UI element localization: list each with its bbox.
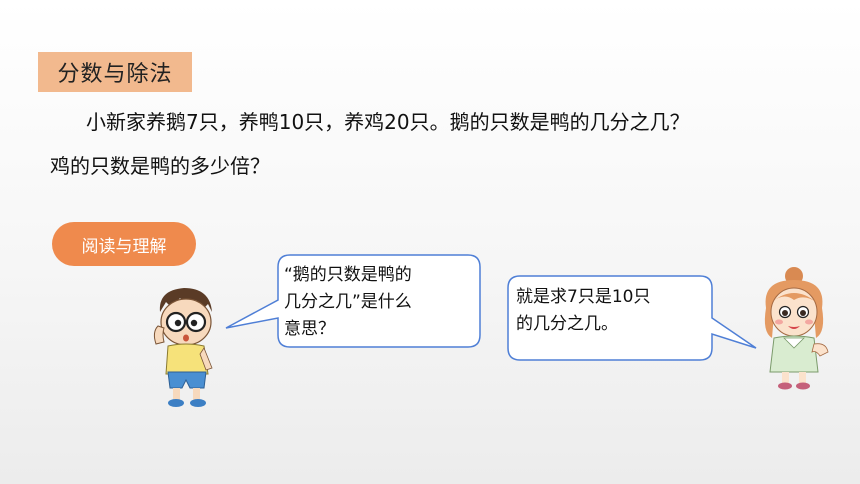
girl-character-icon [764, 267, 829, 390]
speech-bubbles [225, 254, 757, 361]
boy-character-icon [153, 288, 213, 407]
right-bubble-line-2: 的几分之几。 [516, 314, 618, 334]
left-bubble-line-2: 几分之几”是什么 [284, 292, 412, 312]
right-bubble-text: 就是求7只是10只 的几分之几。 [516, 284, 700, 338]
right-bubble-line-1: 就是求7只是10只 [516, 287, 651, 307]
left-bubble-text: “鹅的只数是鸭的 几分之几”是什么 意思？ [284, 262, 476, 343]
left-bubble-line-1: “鹅的只数是鸭的 [284, 265, 412, 285]
left-bubble-line-3: 意思？ [284, 319, 335, 339]
